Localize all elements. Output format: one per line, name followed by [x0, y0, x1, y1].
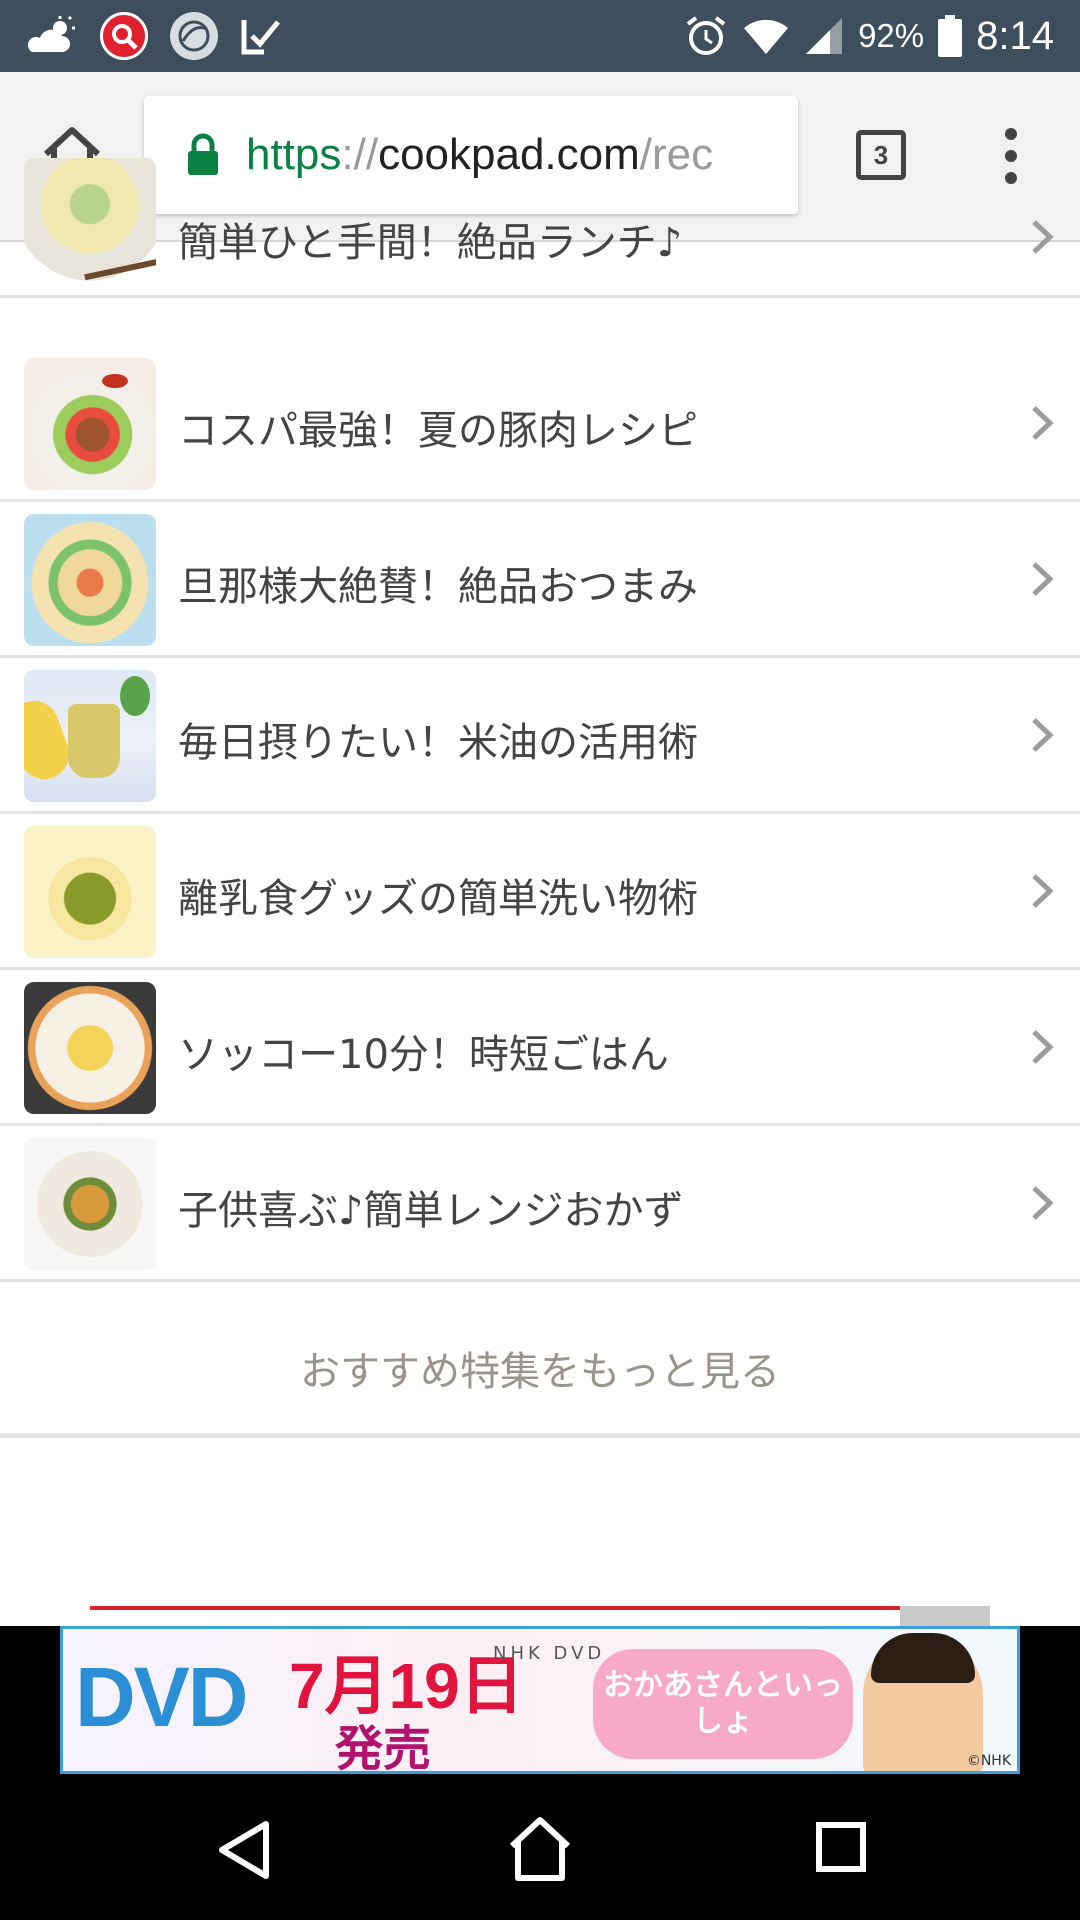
url-separator: :// — [341, 130, 379, 179]
lock-icon — [188, 133, 218, 175]
tab-switcher-button[interactable]: 3 — [856, 130, 906, 180]
ad-copyright: ©NHK — [966, 1753, 1011, 1769]
list-item-label: 旦那様大絶賛！絶品おつまみ — [178, 564, 698, 610]
chevron-right-icon — [1032, 562, 1054, 596]
thumbnail-image — [24, 358, 156, 490]
thumbnail-image — [24, 514, 156, 646]
ad-dvd-text: DVD — [75, 1650, 248, 1744]
wifi-icon — [744, 19, 789, 54]
list-item-label: コスパ最強！夏の豚肉レシピ — [178, 408, 698, 454]
thumbnail-image — [24, 982, 156, 1114]
list-item[interactable]: 子供喜ぶ♪簡単レンジおかず — [0, 1126, 1080, 1282]
recent-apps-icon[interactable] — [816, 1822, 866, 1872]
ad-logo-text: NHK DVD — [493, 1643, 606, 1664]
list-item[interactable]: 旦那様大絶賛！絶品おつまみ — [0, 502, 1080, 658]
check-app-icon — [241, 20, 280, 55]
battery-percent: 92% — [858, 17, 925, 54]
thumbnail-image — [24, 1138, 156, 1270]
weather-icon — [27, 16, 75, 52]
ad-banner-frame: DVD 7月19日 発売 NHK DVD おかあさんといっしょ ©NHK — [0, 1626, 1080, 1778]
status-bar: 92% 8:14 — [0, 0, 1080, 72]
list-item-label: 離乳食グッズの簡単洗い物術 — [178, 876, 698, 922]
ad-top-border — [90, 1606, 900, 1610]
back-icon[interactable] — [214, 1818, 274, 1882]
tab-count: 3 — [873, 139, 889, 170]
chevron-right-icon — [1032, 406, 1054, 440]
see-more-link[interactable]: おすすめ特集をもっと見る — [0, 1302, 1080, 1438]
alarm-icon — [686, 16, 726, 55]
chevron-right-icon — [1032, 220, 1054, 254]
ad-corner-controls — [900, 1606, 990, 1628]
url-scheme: https — [246, 130, 342, 179]
thumbnail-image — [24, 158, 156, 290]
chevron-right-icon — [1032, 1186, 1054, 1220]
chevron-right-icon — [1032, 1030, 1054, 1064]
list-item[interactable]: コスパ最強！夏の豚肉レシピ — [0, 346, 1080, 502]
battery-icon — [938, 15, 963, 57]
list-item[interactable]: 簡単ひと手間！絶品ランチ♪ — [0, 158, 1080, 298]
notification-icons — [24, 10, 280, 62]
thumbnail-image — [24, 670, 156, 802]
overflow-menu-icon[interactable] — [996, 128, 1026, 184]
system-navigation-bar — [0, 1778, 1080, 1920]
list-item-label: 毎日摂りたい！米油の活用術 — [178, 720, 698, 766]
system-indicators: 92% 8:14 — [684, 8, 1054, 64]
list-item[interactable]: ソッコー10分！時短ごはん — [0, 970, 1080, 1126]
url-path: /rec — [639, 130, 714, 179]
url-text: https://cookpad.com/rec — [246, 130, 713, 180]
chevron-right-icon — [1032, 874, 1054, 908]
thumbnail-image — [24, 826, 156, 958]
ad-release-text: 発売 — [335, 1721, 432, 1774]
list-item-label: 子供喜ぶ♪簡単レンジおかず — [178, 1188, 684, 1234]
search-app-icon — [100, 12, 148, 60]
list-item-label: 簡単ひと手間！絶品ランチ♪ — [178, 220, 683, 266]
browser-app-icon — [170, 12, 218, 60]
list-item[interactable]: 毎日摂りたい！米油の活用術 — [0, 658, 1080, 814]
chevron-right-icon — [1032, 718, 1054, 752]
ad-title: おかあさんといっしょ — [593, 1649, 853, 1759]
home-nav-icon[interactable] — [508, 1816, 572, 1882]
clock: 8:14 — [976, 13, 1054, 58]
list-item[interactable]: 離乳食グッズの簡単洗い物術 — [0, 814, 1080, 970]
ad-banner[interactable]: DVD 7月19日 発売 NHK DVD おかあさんといっしょ ©NHK — [60, 1626, 1020, 1774]
ad-person-hair — [871, 1633, 975, 1683]
list-item-label: ソッコー10分！時短ごはん — [178, 1032, 669, 1078]
signal-icon — [806, 18, 843, 54]
url-host: cookpad.com — [378, 130, 640, 179]
